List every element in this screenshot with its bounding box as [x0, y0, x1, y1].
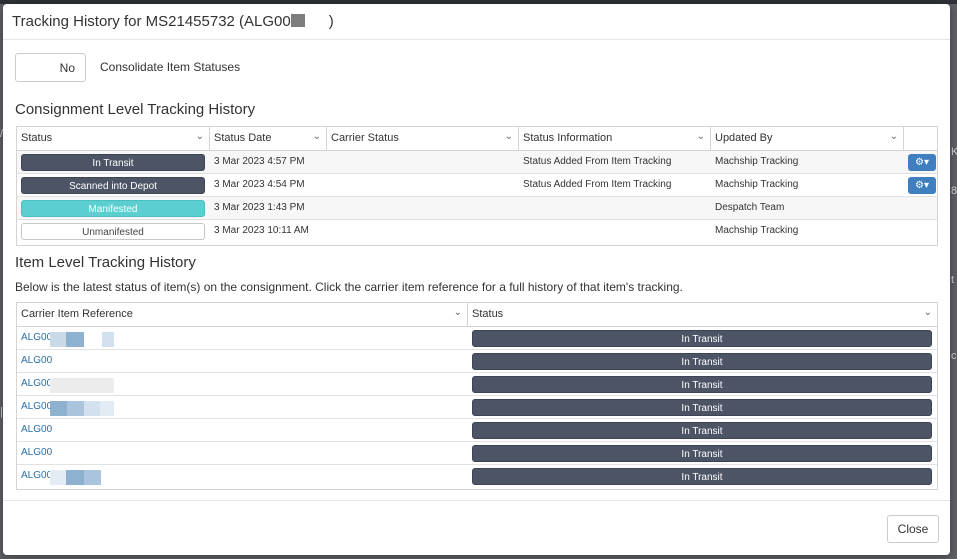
status-badge: In Transit — [472, 399, 932, 416]
consignment-tracking-grid: Status ⌄ Status Date ⌄ Carrier Status ⌄ Sta… — [16, 126, 938, 246]
background-fragment: c — [951, 350, 957, 362]
background-fragment: K — [951, 146, 957, 158]
status-date-cell: 3 Mar 2023 4:57 PM — [214, 156, 305, 167]
carrier-item-reference-link[interactable]: ALG00 — [21, 332, 52, 343]
redacted-block — [50, 401, 67, 416]
carrier-item-reference-link[interactable]: ALG00 — [21, 355, 52, 366]
redacted-block — [102, 332, 114, 347]
carrier-status-cell — [327, 174, 519, 196]
status-information-cell: Status Added From Item Tracking — [523, 179, 672, 190]
table-row: Scanned into Depot 3 Mar 2023 4:54 PM St… — [17, 174, 937, 197]
status-information-cell — [519, 220, 711, 243]
status-badge: In Transit — [472, 330, 932, 347]
modal-title: Tracking History for MS21455732 (ALG00) — [12, 13, 334, 30]
redacted-block — [67, 401, 84, 416]
grid-header: Carrier Item Reference ⌄ Status ⌄ — [17, 303, 937, 327]
redacted-block — [66, 332, 84, 347]
updated-by-cell: Despatch Team — [715, 202, 785, 213]
background-fragment: t — [951, 274, 955, 286]
carrier-item-reference-link[interactable]: ALG00 — [21, 401, 52, 412]
gear-icon: ⚙▾ — [915, 180, 929, 191]
status-badge: In Transit — [472, 468, 932, 485]
column-header-carrier-item-reference[interactable]: Carrier Item Reference ⌄ — [17, 303, 468, 326]
column-header-status-date[interactable]: Status Date ⌄ — [210, 127, 327, 150]
status-badge: Scanned into Depot — [21, 177, 205, 194]
carrier-item-reference-link[interactable]: ALG00 — [21, 470, 52, 481]
redacted-block — [50, 332, 66, 347]
redacted-block — [50, 378, 114, 393]
updated-by-cell: Machship Tracking — [715, 156, 799, 167]
chevron-down-icon[interactable]: ⌄ — [454, 307, 462, 318]
column-header-updated-by[interactable]: Updated By ⌄ — [711, 127, 904, 150]
consolidate-toggle-value: No — [59, 61, 75, 75]
background-fragment: 8 — [951, 185, 957, 197]
consolidate-label: Consolidate Item Statuses — [100, 60, 241, 74]
table-row: ALG00 In Transit — [17, 442, 937, 465]
chevron-down-icon[interactable]: ⌄ — [697, 131, 705, 142]
consolidate-toggle[interactable]: No — [15, 53, 86, 82]
status-badge: In Transit — [472, 445, 932, 462]
item-section-description: Below is the latest status of item(s) on… — [15, 280, 683, 294]
table-row: ALG00 In Transit — [17, 350, 937, 373]
chevron-down-icon[interactable]: ⌄ — [505, 131, 513, 142]
modal-body: No Consolidate Item Statuses Consignment… — [3, 41, 950, 501]
carrier-status-cell — [327, 197, 519, 219]
status-information-cell — [519, 197, 711, 219]
status-date-cell: 3 Mar 2023 4:54 PM — [214, 179, 305, 190]
carrier-item-reference-link[interactable]: ALG00 — [21, 447, 52, 458]
table-row: ALG00 In Transit — [17, 373, 937, 396]
column-header-item-status[interactable]: Status ⌄ — [468, 303, 937, 326]
status-badge: Unmanifested — [21, 223, 205, 240]
row-actions-button[interactable]: ⚙▾ — [908, 154, 936, 171]
redacted-block — [84, 401, 100, 416]
column-header-status-information[interactable]: Status Information ⌄ — [519, 127, 711, 150]
redacted-block — [50, 470, 66, 485]
chevron-down-icon[interactable]: ⌄ — [890, 131, 898, 142]
table-row: ALG00 In Transit — [17, 327, 937, 350]
status-badge: In Transit — [472, 422, 932, 439]
status-badge: In Transit — [472, 376, 932, 393]
table-row: ALG00 In Transit — [17, 419, 937, 442]
chevron-down-icon[interactable]: ⌄ — [924, 307, 932, 318]
redacted-block — [290, 14, 305, 27]
redacted-block — [66, 470, 84, 485]
table-row: Manifested 3 Mar 2023 1:43 PM Despatch T… — [17, 197, 937, 220]
table-row: ALG00 In Transit — [17, 465, 937, 488]
status-badge: Manifested — [21, 200, 205, 217]
modal-footer: Close — [3, 500, 950, 555]
status-information-cell: Status Added From Item Tracking — [523, 156, 672, 167]
status-badge: In Transit — [21, 154, 205, 171]
carrier-item-reference-link[interactable]: ALG00 — [21, 424, 52, 435]
status-badge: In Transit — [472, 353, 932, 370]
table-row: In Transit 3 Mar 2023 4:57 PM Status Add… — [17, 151, 937, 174]
chevron-down-icon[interactable]: ⌄ — [196, 131, 204, 142]
table-row: Unmanifested 3 Mar 2023 10:11 AM Machshi… — [17, 220, 937, 243]
modal-header: Tracking History for MS21455732 (ALG00) — [3, 4, 950, 40]
consignment-section-title: Consignment Level Tracking History — [15, 101, 256, 118]
grid-header: Status ⌄ Status Date ⌄ Carrier Status ⌄ Sta… — [17, 127, 937, 151]
chevron-down-icon[interactable]: ⌄ — [313, 131, 321, 142]
redacted-block — [100, 401, 114, 416]
carrier-status-cell — [327, 151, 519, 173]
close-button[interactable]: Close — [887, 515, 939, 543]
gear-icon: ⚙▾ — [915, 157, 929, 168]
updated-by-cell: Machship Tracking — [715, 225, 799, 236]
redacted-block — [84, 470, 101, 485]
status-date-cell: 3 Mar 2023 1:43 PM — [214, 202, 305, 213]
updated-by-cell: Machship Tracking — [715, 179, 799, 190]
item-tracking-grid: Carrier Item Reference ⌄ Status ⌄ ALG00 In… — [16, 302, 938, 490]
row-actions-button[interactable]: ⚙▾ — [908, 177, 936, 194]
column-header-status[interactable]: Status ⌄ — [17, 127, 210, 150]
item-section-title: Item Level Tracking History — [15, 254, 196, 271]
carrier-status-cell — [327, 220, 519, 243]
table-row: ALG00 In Transit — [17, 396, 937, 419]
column-header-carrier-status[interactable]: Carrier Status ⌄ — [327, 127, 519, 150]
status-date-cell: 3 Mar 2023 10:11 AM — [214, 225, 309, 236]
tracking-history-modal: Tracking History for MS21455732 (ALG00) … — [3, 4, 950, 555]
column-header-actions — [904, 127, 937, 150]
carrier-item-reference-link[interactable]: ALG00 — [21, 378, 52, 389]
